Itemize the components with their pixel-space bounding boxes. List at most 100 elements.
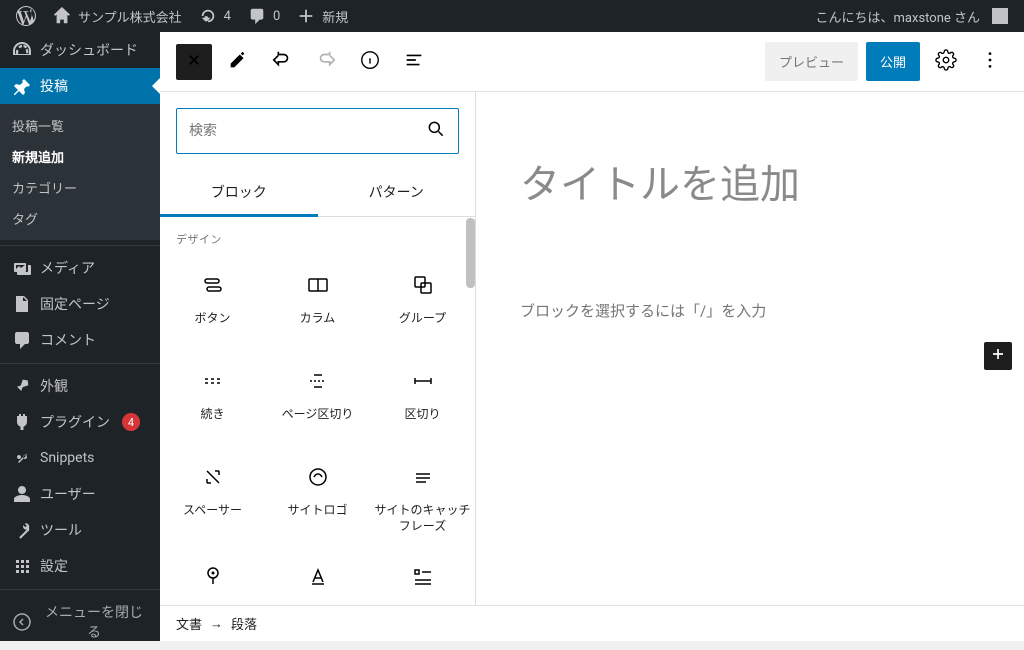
settings-button[interactable] bbox=[928, 44, 964, 80]
more-icon bbox=[979, 49, 1001, 75]
edit-button[interactable] bbox=[220, 44, 256, 80]
dashboard-icon bbox=[12, 40, 32, 60]
spacer-icon bbox=[199, 463, 227, 491]
post-title-input[interactable]: タイトルを追加 bbox=[520, 152, 980, 210]
new-content-link[interactable]: 新規 bbox=[288, 0, 356, 32]
block-extra-2[interactable] bbox=[265, 546, 370, 605]
redo-button[interactable] bbox=[308, 44, 344, 80]
menu-label: ダッシュボード bbox=[40, 40, 138, 60]
users-icon bbox=[12, 484, 32, 504]
new-label: 新規 bbox=[322, 7, 348, 26]
menu-plugins[interactable]: プラグイン 4 bbox=[0, 404, 160, 440]
breadcrumb-arrow: → bbox=[210, 616, 223, 632]
gear-icon bbox=[935, 49, 957, 75]
submenu-tags[interactable]: タグ bbox=[0, 203, 160, 234]
block-site-tagline[interactable]: サイトのキャッチフレーズ bbox=[370, 447, 475, 546]
home-icon bbox=[52, 6, 72, 26]
site-name: サンプル株式会社 bbox=[78, 7, 182, 26]
list-icon bbox=[403, 49, 425, 75]
block-label: サイトロゴ bbox=[287, 503, 347, 519]
site-tagline-icon bbox=[409, 463, 437, 491]
updates-link[interactable]: 4 bbox=[190, 0, 239, 32]
menu-comments[interactable]: コメント bbox=[0, 322, 160, 358]
site-name-link[interactable]: サンプル株式会社 bbox=[44, 0, 190, 32]
submenu-all-posts[interactable]: 投稿一覧 bbox=[0, 110, 160, 141]
submenu-new-post[interactable]: 新規追加 bbox=[0, 141, 160, 172]
comment-icon bbox=[247, 6, 267, 26]
redo-icon bbox=[315, 49, 337, 75]
info-button[interactable] bbox=[352, 44, 388, 80]
add-block-button[interactable] bbox=[984, 342, 1012, 370]
menu-tools[interactable]: ツール bbox=[0, 512, 160, 548]
menu-settings[interactable]: 設定 bbox=[0, 548, 160, 584]
admin-sidebar: ダッシュボード 投稿 投稿一覧 新規追加 カテゴリー タグ メディア 固定ページ… bbox=[0, 32, 160, 641]
pin-block-icon bbox=[199, 562, 227, 590]
block-extra-3[interactable] bbox=[370, 546, 475, 605]
block-spacer[interactable]: スペーサー bbox=[160, 447, 265, 546]
menu-users[interactable]: ユーザー bbox=[0, 476, 160, 512]
block-site-logo[interactable]: サイトロゴ bbox=[265, 447, 370, 546]
update-icon bbox=[198, 6, 218, 26]
search-input[interactable] bbox=[189, 123, 426, 139]
block-buttons[interactable]: ボタン bbox=[160, 255, 265, 351]
block-label: グループ bbox=[399, 311, 446, 327]
menu-posts[interactable]: 投稿 bbox=[0, 68, 160, 104]
options-button[interactable] bbox=[972, 44, 1008, 80]
comments-link[interactable]: 0 bbox=[239, 0, 288, 32]
comments-icon bbox=[12, 330, 32, 350]
block-page-break[interactable]: ページ区切り bbox=[265, 351, 370, 447]
menu-label: メニューを閉じる bbox=[40, 602, 148, 642]
greeting: こんにちは、maxstone さん bbox=[816, 7, 980, 26]
block-extra-1[interactable] bbox=[160, 546, 265, 605]
menu-label: コメント bbox=[40, 330, 96, 350]
menu-collapse[interactable]: メニューを閉じる bbox=[0, 594, 160, 650]
menu-label: メディア bbox=[40, 258, 95, 278]
block-hint[interactable]: ブロックを選択するには「/」を入力 bbox=[520, 300, 980, 321]
wp-logo[interactable] bbox=[8, 0, 44, 32]
search-input-wrapper[interactable] bbox=[176, 108, 459, 154]
editor: プレビュー 公開 ブロック パターン デザイン bbox=[160, 32, 1024, 641]
block-more[interactable]: 続き bbox=[160, 351, 265, 447]
preview-button[interactable]: プレビュー bbox=[765, 42, 858, 81]
updates-count: 4 bbox=[224, 9, 231, 24]
media-icon bbox=[12, 258, 32, 278]
publish-button[interactable]: 公開 bbox=[866, 42, 920, 81]
editor-canvas[interactable]: タイトルを追加 ブロックを選択するには「/」を入力 bbox=[476, 92, 1024, 605]
menu-dashboard[interactable]: ダッシュボード bbox=[0, 32, 160, 68]
block-group[interactable]: グループ bbox=[370, 255, 475, 351]
pin-icon bbox=[12, 76, 32, 96]
my-account[interactable]: こんにちは、maxstone さん bbox=[808, 0, 1016, 32]
menu-appearance[interactable]: 外観 bbox=[0, 368, 160, 404]
breadcrumb-block[interactable]: 段落 bbox=[231, 614, 257, 633]
outline-button[interactable] bbox=[396, 44, 432, 80]
menu-snippets[interactable]: Snippets bbox=[0, 440, 160, 476]
settings-icon bbox=[12, 556, 32, 576]
plus-icon bbox=[988, 344, 1008, 368]
category-title: デザイン bbox=[160, 217, 475, 255]
menu-label: 外観 bbox=[40, 376, 68, 396]
block-label: カラム bbox=[300, 311, 336, 327]
menu-label: ツール bbox=[40, 520, 82, 540]
tab-patterns[interactable]: パターン bbox=[318, 170, 476, 216]
block-separator[interactable]: 区切り bbox=[370, 351, 475, 447]
page-icon bbox=[12, 294, 32, 314]
block-columns[interactable]: カラム bbox=[265, 255, 370, 351]
group-icon bbox=[409, 271, 437, 299]
undo-button[interactable] bbox=[264, 44, 300, 80]
separator-icon bbox=[409, 367, 437, 395]
page-break-icon bbox=[304, 367, 332, 395]
block-label: ボタン bbox=[194, 311, 230, 327]
undo-icon bbox=[271, 49, 293, 75]
menu-label: 投稿 bbox=[40, 76, 68, 96]
more-block-icon bbox=[199, 367, 227, 395]
scrollbar-thumb[interactable] bbox=[466, 218, 475, 288]
breadcrumb-document[interactable]: 文書 bbox=[176, 614, 202, 633]
tab-blocks[interactable]: ブロック bbox=[160, 170, 318, 216]
inserter-content[interactable]: デザイン ボタン カラム グループ bbox=[160, 217, 475, 605]
menu-pages[interactable]: 固定ページ bbox=[0, 286, 160, 322]
editor-header: プレビュー 公開 bbox=[160, 32, 1024, 92]
block-label: サイトのキャッチフレーズ bbox=[374, 503, 471, 534]
close-inserter-button[interactable] bbox=[176, 44, 212, 80]
submenu-categories[interactable]: カテゴリー bbox=[0, 172, 160, 203]
menu-media[interactable]: メディア bbox=[0, 250, 160, 286]
